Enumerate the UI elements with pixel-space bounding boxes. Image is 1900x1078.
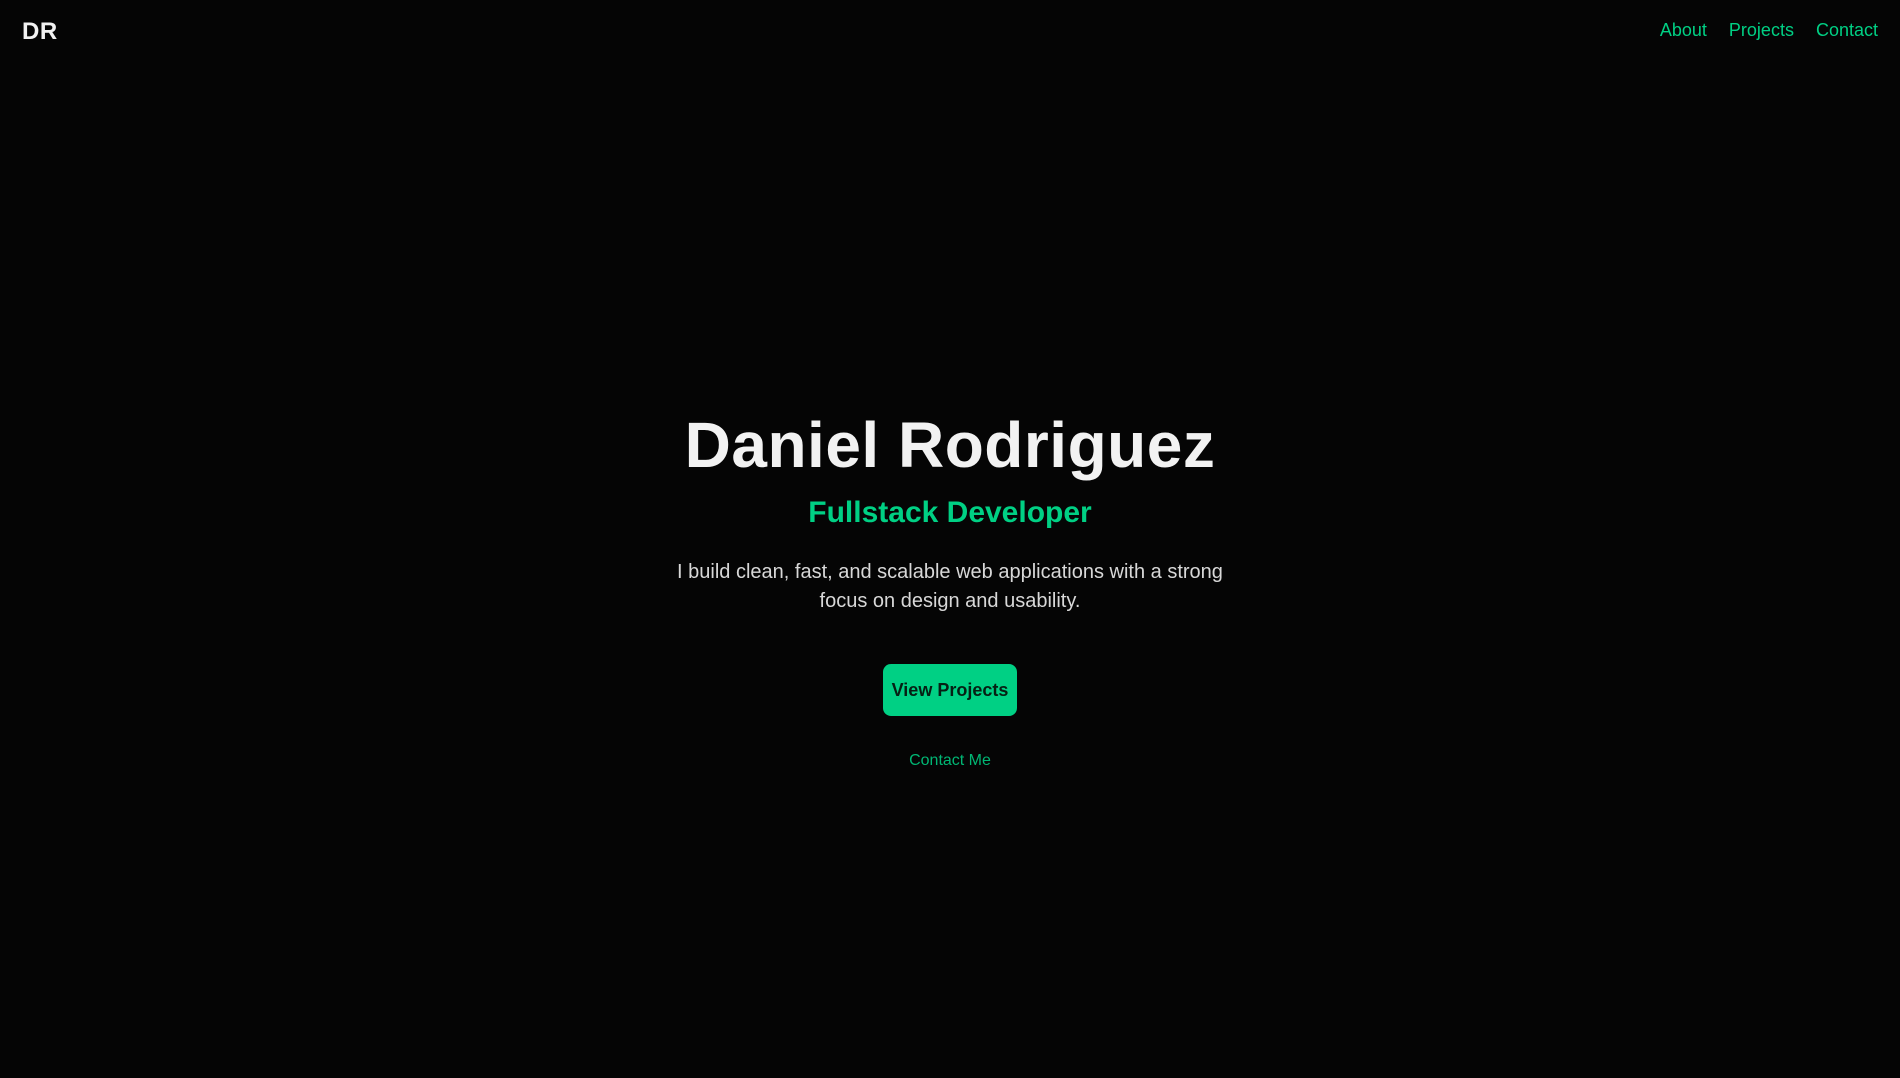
portfolio-page: DR About Projects Contact Daniel Rodrigu… (0, 0, 1900, 1078)
top-navigation: DR About Projects Contact (0, 0, 1900, 64)
nav-link-about[interactable]: About (1660, 20, 1707, 41)
nav-link-contact[interactable]: Contact (1816, 20, 1878, 41)
site-logo[interactable]: DR (22, 18, 58, 46)
nav-link-projects[interactable]: Projects (1729, 20, 1794, 41)
hero-name: Daniel Rodriguez (684, 409, 1216, 481)
contact-me-link[interactable]: Contact Me (909, 752, 991, 770)
hero-section: Daniel Rodriguez Fullstack Developer I b… (0, 410, 1900, 770)
main-nav: About Projects Contact (1660, 20, 1878, 41)
hero-description: I build clean, fast, and scalable web ap… (677, 561, 1223, 613)
view-projects-button[interactable]: View Projects (883, 664, 1017, 717)
hero-role: Fullstack Developer (808, 496, 1092, 530)
